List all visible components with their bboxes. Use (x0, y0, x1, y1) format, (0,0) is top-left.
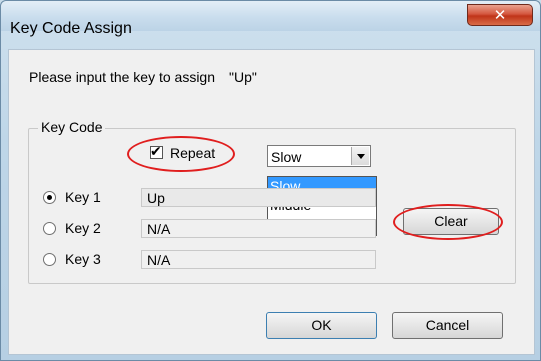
key-3-value: N/A (147, 252, 171, 268)
ok-button[interactable]: OK (266, 312, 377, 339)
repeat-annotation-ellipse (127, 136, 235, 172)
key-1-radio[interactable] (43, 191, 56, 204)
key-2-value: N/A (147, 221, 171, 237)
radio-dot-icon (47, 195, 52, 200)
key-1-value: Up (147, 190, 165, 206)
key-2-label[interactable]: Key 2 (65, 220, 101, 236)
close-button[interactable]: ✕ (467, 4, 533, 26)
prompt-text: Please input the key to assign "Up" (29, 69, 257, 85)
prompt-label: Please input the key to assign (29, 69, 216, 85)
key-1-label[interactable]: Key 1 (65, 189, 101, 205)
dialog-window: Key Code Assign ✕ Please input the key t… (0, 0, 541, 361)
cancel-button[interactable]: Cancel (392, 312, 503, 339)
speed-selected-value: Slow (271, 149, 302, 165)
key-3-label[interactable]: Key 3 (65, 251, 101, 267)
key-2-radio[interactable] (43, 222, 56, 235)
window-title: Key Code Assign (10, 20, 132, 37)
key-3-field[interactable]: N/A (141, 250, 376, 269)
close-icon: ✕ (493, 6, 507, 24)
chevron-down-icon[interactable] (351, 147, 369, 165)
speed-select[interactable]: Slow (267, 145, 371, 167)
dialog-body: Please input the key to assign "Up" Key C… (8, 49, 535, 355)
clear-annotation-ellipse (393, 204, 503, 240)
key-3-radio[interactable] (43, 253, 56, 266)
key-code-group-label: Key Code (38, 119, 106, 135)
title-bar[interactable]: Key Code Assign ✕ (1, 1, 540, 37)
key-2-field[interactable]: N/A (141, 219, 376, 238)
key-1-field[interactable]: Up (141, 188, 376, 207)
prompt-key: "Up" (229, 69, 257, 85)
